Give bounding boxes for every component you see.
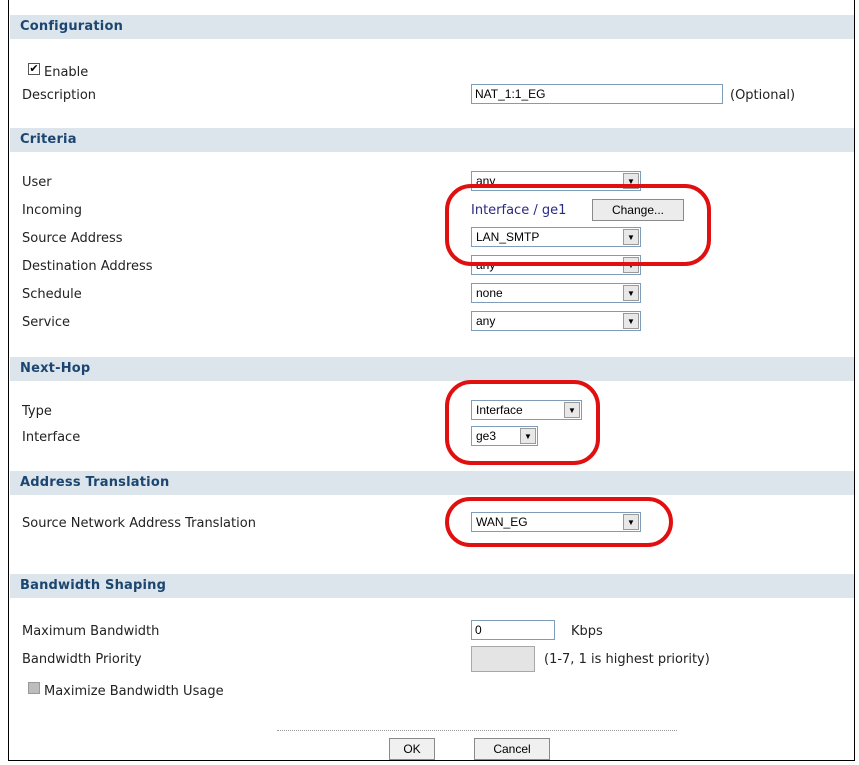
interface-label: Interface (22, 430, 81, 445)
section-title-address-translation: Address Translation (20, 475, 170, 490)
max-bandwidth-input[interactable]: 0 (471, 620, 555, 640)
type-label: Type (22, 404, 52, 419)
user-label: User (22, 175, 52, 190)
cancel-button[interactable]: Cancel (474, 738, 550, 760)
annotation-highlight-snat (445, 497, 673, 547)
bandwidth-priority-input[interactable] (471, 646, 535, 672)
ok-button[interactable]: OK (389, 738, 435, 760)
enable-checkbox[interactable]: ✔ (28, 63, 40, 75)
section-address-translation: Address Translation (10, 471, 854, 495)
bandwidth-priority-hint: (1-7, 1 is highest priority) (544, 652, 710, 667)
section-bandwidth-shaping: Bandwidth Shaping (10, 574, 854, 598)
section-title-criteria: Criteria (20, 132, 77, 147)
schedule-select[interactable]: none ▼ (471, 283, 641, 303)
maximize-bandwidth-checkbox[interactable] (28, 682, 40, 694)
enable-label: Enable (44, 65, 89, 80)
source-address-label: Source Address (22, 231, 123, 246)
snat-label: Source Network Address Translation (22, 516, 256, 531)
bandwidth-priority-label: Bandwidth Priority (22, 652, 142, 667)
annotation-highlight-next-hop (445, 380, 600, 465)
service-select[interactable]: any ▼ (471, 311, 641, 331)
schedule-label: Schedule (22, 287, 82, 302)
footer-divider (277, 730, 677, 731)
policy-route-edit-panel: Configuration ✔ Enable Description NAT_1… (8, 0, 855, 761)
description-label: Description (22, 88, 97, 103)
destination-address-label: Destination Address (22, 259, 153, 274)
service-value: any (476, 314, 496, 328)
incoming-label: Incoming (22, 203, 82, 218)
section-next-hop: Next-Hop (10, 357, 854, 381)
annotation-highlight-incoming-source (445, 184, 711, 266)
max-bandwidth-unit: Kbps (571, 624, 603, 639)
section-title-configuration: Configuration (20, 19, 124, 34)
chevron-down-icon: ▼ (623, 313, 639, 329)
section-criteria: Criteria (10, 128, 854, 152)
section-configuration: Configuration (10, 15, 854, 39)
description-optional-hint: (Optional) (730, 88, 796, 103)
section-title-bandwidth-shaping: Bandwidth Shaping (20, 578, 167, 593)
max-bandwidth-label: Maximum Bandwidth (22, 624, 160, 639)
description-input[interactable]: NAT_1:1_EG (471, 84, 723, 104)
service-label: Service (22, 315, 71, 330)
section-title-next-hop: Next-Hop (20, 361, 91, 376)
maximize-bandwidth-label: Maximize Bandwidth Usage (44, 684, 224, 699)
chevron-down-icon: ▼ (623, 285, 639, 301)
schedule-value: none (476, 286, 503, 300)
